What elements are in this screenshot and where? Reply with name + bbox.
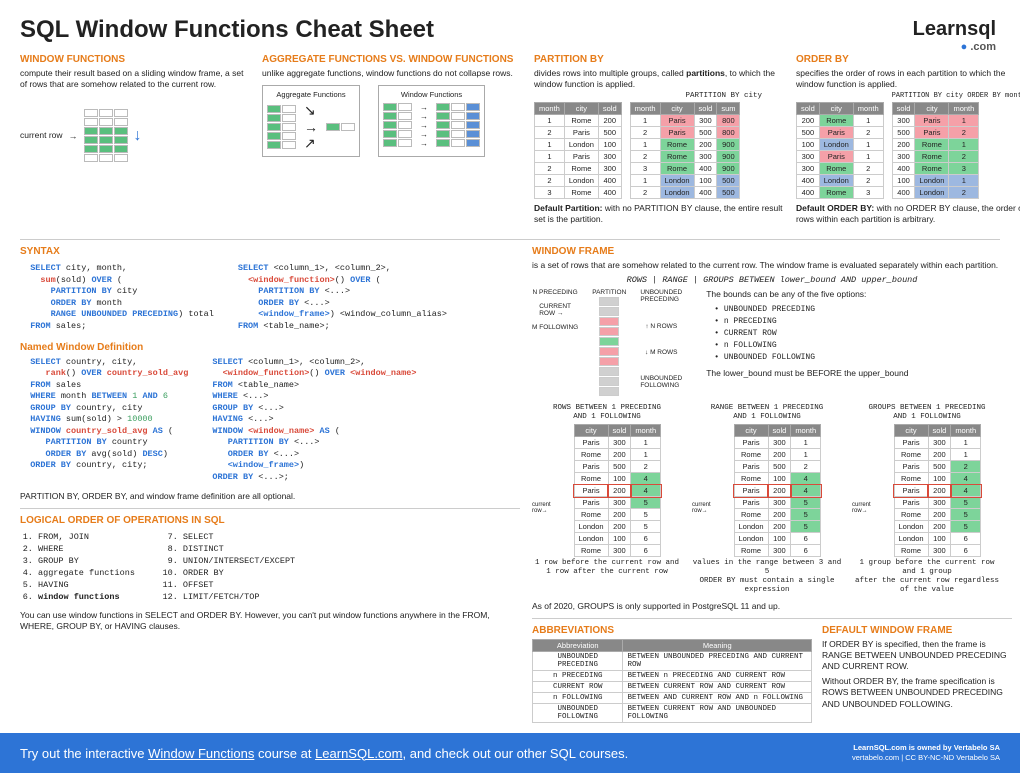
h-default-frame: DEFAULT WINDOW FRAME [822, 625, 1012, 636]
link-learnsql[interactable]: LearnSQL.com [315, 746, 402, 761]
syntax-example-1: SELECT city, month, sum(sold) OVER ( PAR… [20, 263, 214, 332]
wf-desc: compute their result based on a sliding … [20, 68, 250, 90]
h-partition-by: PARTITION BY [534, 54, 784, 65]
h-named-window: Named Window Definition [20, 342, 520, 353]
h-agg-vs-wf: AGGREGATE FUNCTIONS VS. WINDOW FUNCTIONS [262, 54, 522, 65]
h-window-functions: WINDOW FUNCTIONS [20, 54, 250, 65]
named-template: SELECT <column_1>, <column_2>, <window_f… [212, 357, 416, 483]
link-course[interactable]: Window Functions [148, 746, 254, 761]
h-syntax: SYNTAX [20, 246, 520, 257]
logo: Learnsql● .com [913, 18, 996, 53]
page-title: SQL Window Functions Cheat Sheet [20, 16, 1000, 44]
h-order-by: ORDER BY [796, 54, 1020, 65]
h-abbreviations: ABBREVIATIONS [532, 625, 812, 636]
footer: Try out the interactive Window Functions… [0, 733, 1020, 773]
h-window-frame: WINDOW FRAME [532, 246, 1012, 257]
current-row-label: current row [20, 130, 63, 141]
named-example: SELECT country, city, rank() OVER countr… [20, 357, 188, 483]
h-logical-order: LOGICAL ORDER OF OPERATIONS IN SQL [20, 515, 520, 526]
syntax-template-1: SELECT <column_1>, <column_2>, <window_f… [238, 263, 447, 332]
